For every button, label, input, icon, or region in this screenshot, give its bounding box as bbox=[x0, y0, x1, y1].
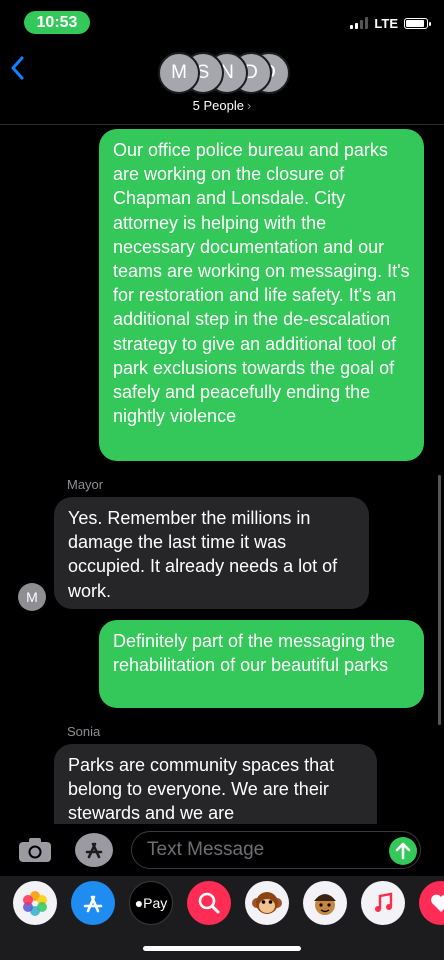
app-store-icon[interactable] bbox=[75, 833, 113, 867]
sender-name: Mayor bbox=[67, 477, 104, 492]
network-label: LTE bbox=[374, 15, 398, 31]
signal-icon bbox=[350, 17, 369, 29]
web-search-icon[interactable] bbox=[187, 881, 231, 925]
avatar[interactable]: M bbox=[18, 583, 46, 611]
sender-name: Sonia bbox=[67, 724, 101, 739]
outgoing-message[interactable]: Definitely part of the messaging the reh… bbox=[99, 620, 424, 708]
monkey-memoji-icon[interactable] bbox=[245, 881, 289, 925]
heart-icon[interactable] bbox=[419, 881, 444, 925]
battery-icon bbox=[404, 17, 431, 29]
apple-pay-icon[interactable]: ●Pay bbox=[129, 881, 173, 925]
chevron-left-icon bbox=[11, 56, 24, 80]
send-button[interactable] bbox=[389, 837, 417, 865]
outgoing-message[interactable]: Our office police bureau and parks are w… bbox=[99, 129, 424, 461]
back-button[interactable] bbox=[10, 54, 32, 84]
memoji-icon[interactable] bbox=[303, 881, 347, 925]
app-drawer: ●Pay bbox=[0, 876, 444, 960]
music-icon[interactable] bbox=[361, 881, 405, 925]
camera-icon[interactable] bbox=[18, 837, 52, 863]
home-indicator[interactable] bbox=[143, 946, 301, 951]
incoming-message[interactable]: Yes. Remember the millions in damage the… bbox=[54, 497, 369, 609]
group-label: 5 People bbox=[192, 98, 244, 113]
send-arrow-icon bbox=[395, 842, 411, 860]
input-bar: Text Message bbox=[0, 824, 444, 876]
status-icons: LTE bbox=[350, 15, 431, 31]
header-divider bbox=[0, 124, 444, 125]
apple-glyph-icon: ● bbox=[134, 895, 144, 911]
avatar: M bbox=[158, 52, 200, 94]
apple-pay-label: Pay bbox=[143, 895, 168, 911]
message-input[interactable]: Text Message bbox=[131, 831, 421, 869]
chevron-right-icon: › bbox=[246, 98, 252, 113]
group-members-link[interactable]: 5 People › bbox=[0, 98, 444, 113]
group-avatars[interactable]: M S N D D bbox=[158, 52, 298, 96]
app-store-icon[interactable] bbox=[71, 881, 115, 925]
photos-icon[interactable] bbox=[13, 881, 57, 925]
scrollbar[interactable] bbox=[438, 475, 441, 725]
status-time: 10:53 bbox=[24, 11, 90, 34]
